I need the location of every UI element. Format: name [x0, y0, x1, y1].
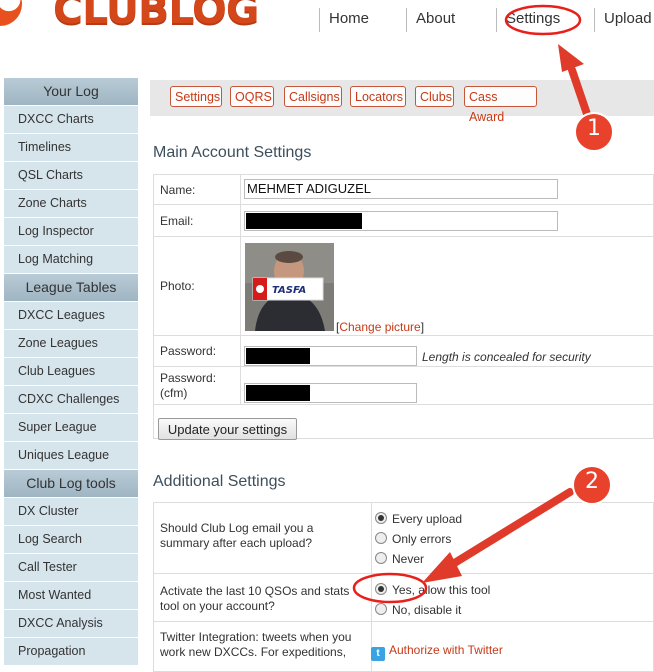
marker-2-label: 2	[585, 469, 599, 494]
arrow-1-shaft	[568, 66, 592, 121]
radio-highlight-ellipse	[352, 572, 428, 604]
annotation-overlay	[352, 4, 614, 604]
settings-highlight-ellipse	[504, 4, 582, 36]
marker-1-label: 1	[587, 116, 601, 141]
arrow-1-head	[558, 44, 584, 72]
arrow-2-shaft	[444, 488, 574, 571]
arrow-2-head	[422, 552, 462, 583]
